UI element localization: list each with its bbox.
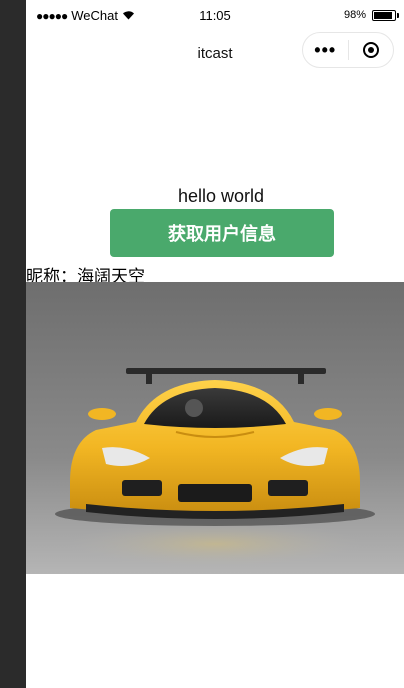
get-user-info-button[interactable]: 获取用户信息	[110, 209, 334, 257]
menu-capsule: •••	[302, 32, 394, 68]
greeting-text: hello world	[177, 186, 265, 206]
battery-percent: 98%	[343, 9, 366, 21]
close-mini-program-button[interactable]	[348, 33, 393, 67]
status-bar: ●●●●● WeChat 11:05 98%	[26, 0, 404, 30]
battery-icon	[372, 9, 399, 21]
left-dark-gutter	[0, 0, 26, 688]
status-right: 98%	[343, 9, 399, 21]
more-dots-icon[interactable]: •••	[303, 33, 348, 67]
yellow-sports-car-illustration	[26, 282, 404, 574]
mini-program-window: ●●●●● WeChat 11:05 98% itcast ••• hello …	[26, 0, 404, 688]
target-close-icon	[362, 42, 379, 58]
car-image	[26, 282, 404, 574]
